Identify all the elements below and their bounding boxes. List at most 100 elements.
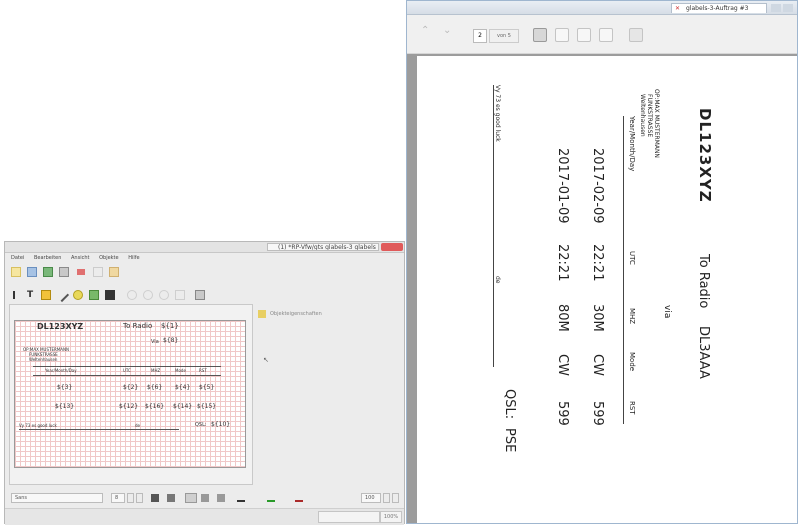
page-number-field[interactable]: 2 [473, 29, 487, 43]
preview-address-line: OP:MAX MUSTERMANN [653, 89, 660, 158]
open-file-icon[interactable] [27, 267, 37, 277]
text-tool-icon[interactable]: T [27, 290, 37, 300]
align-left-icon[interactable] [185, 493, 197, 503]
label-row2-rst[interactable]: ${15} [197, 403, 216, 410]
font-size-decrease-button[interactable] [127, 493, 134, 503]
ellipse-tool-icon[interactable] [73, 290, 83, 300]
status-zoom: 100% [380, 511, 402, 523]
zoom-fit-button[interactable] [577, 28, 591, 42]
preview-row1-mode: CW [590, 354, 605, 376]
merge-properties-icon[interactable] [195, 290, 205, 300]
zoom-fill-button[interactable] [599, 28, 613, 42]
label-to-radio[interactable]: To Radio [123, 322, 152, 330]
menu-help[interactable]: Hilfe [128, 255, 139, 261]
minimize-icon[interactable] [771, 4, 781, 12]
object-properties-label: Objekteigenschaften [270, 311, 322, 317]
preview-header-rst: RST [628, 401, 636, 415]
menu-file[interactable]: Datei [11, 255, 24, 261]
font-family-combo[interactable]: Sans [11, 493, 103, 503]
go-previous-icon[interactable]: ⌄ [443, 25, 451, 36]
flip-object-icon[interactable] [175, 290, 185, 300]
menu-objects[interactable]: Objekte [99, 255, 119, 261]
new-file-icon[interactable] [11, 267, 21, 277]
zoom-combo[interactable]: 100 [361, 493, 381, 503]
preview-header-date: Year/Month/Day [628, 116, 636, 172]
italic-icon[interactable] [167, 494, 175, 502]
window-controls[interactable] [381, 243, 403, 251]
menu-view[interactable]: Ansicht [71, 255, 89, 261]
save-icon[interactable] [43, 267, 53, 277]
label-design-sheet[interactable]: DL123XYZ To Radio ${1} Via ${8} OP:MAX M… [14, 320, 246, 468]
label-qsl-var[interactable]: ${10} [211, 421, 230, 428]
lower-object-icon[interactable] [143, 290, 153, 300]
property-toolbar: Sans 8 100 [5, 490, 404, 506]
font-size-field[interactable]: 8 [111, 493, 125, 503]
maximize-icon[interactable] [783, 4, 793, 12]
label-via-var[interactable]: ${8} [163, 337, 178, 344]
preview-title-tab[interactable]: ✕ glabels-3-Auftrag #3 [671, 3, 767, 13]
image-tool-icon[interactable] [89, 290, 99, 300]
label-header-mode[interactable]: Mode [175, 368, 186, 373]
label-row2-mhz[interactable]: ${16} [145, 403, 164, 410]
preview-row2-rst: 599 [555, 401, 570, 426]
label-footer-mid[interactable]: de [135, 423, 140, 428]
label-header-utc[interactable]: UTC [123, 368, 131, 373]
menu-edit[interactable]: Bearbeiten [34, 255, 61, 261]
font-size-increase-button[interactable] [136, 493, 143, 503]
label-footer-left[interactable]: Vy 73 es good luck [19, 423, 57, 428]
footer-rule [19, 429, 179, 430]
label-row1-rst[interactable]: ${5} [199, 384, 214, 391]
preview-to-radio-value: DL3AAA [696, 326, 711, 379]
preview-toolbar: ⌃ ⌄ 2 von 5 [407, 15, 797, 54]
label-callsign[interactable]: DL123XYZ [37, 322, 83, 331]
fill-color-icon[interactable] [267, 494, 275, 502]
label-header-date[interactable]: Year/Month/Day [45, 368, 77, 373]
cut-icon[interactable] [77, 269, 85, 275]
preview-row1-mhz: 30M [590, 304, 605, 332]
copy-icon[interactable] [93, 267, 103, 277]
preview-header-rule [623, 116, 624, 424]
label-row1-date[interactable]: ${3} [57, 384, 72, 391]
box-tool-icon[interactable] [41, 290, 51, 300]
select-arrow-icon[interactable] [13, 291, 19, 299]
zoom-decrease-button[interactable] [383, 493, 390, 503]
drawing-toolbar: T [5, 287, 255, 303]
view-multiple-pages-button[interactable] [555, 28, 569, 42]
label-row1-mode[interactable]: ${4} [175, 384, 190, 391]
label-row1-utc[interactable]: ${2} [123, 384, 138, 391]
preview-window-title: glabels-3-Auftrag #3 [686, 5, 749, 12]
raise-object-icon[interactable] [127, 290, 137, 300]
print-button[interactable] [629, 28, 643, 42]
label-to-radio-var[interactable]: ${1} [161, 322, 179, 330]
bold-icon[interactable] [151, 494, 159, 502]
align-center-icon[interactable] [201, 494, 209, 502]
preview-footer-left: Vy 73 es good luck [494, 85, 501, 142]
label-via[interactable]: Via [151, 339, 159, 345]
label-row2-mode[interactable]: ${14} [173, 403, 192, 410]
label-header-mhz[interactable]: MHZ [151, 368, 160, 373]
preview-window-controls[interactable] [771, 4, 795, 12]
go-first-icon[interactable]: ⌃ [421, 25, 429, 36]
rotate-object-icon[interactable] [159, 290, 169, 300]
label-row2-date[interactable]: ${13} [55, 403, 74, 410]
preview-titlebar: ✕ glabels-3-Auftrag #3 [407, 1, 797, 15]
line-color-icon[interactable] [295, 494, 303, 502]
label-header-rst[interactable]: RST [199, 368, 207, 373]
preview-header-mode: Mode [628, 352, 636, 372]
properties-icon [258, 310, 266, 318]
zoom-increase-button[interactable] [392, 493, 399, 503]
text-color-icon[interactable] [237, 494, 245, 502]
paste-icon[interactable] [109, 267, 119, 277]
preview-row1-date: 2017-02-09 [590, 148, 605, 224]
label-qsl[interactable]: QSL: [195, 422, 207, 428]
preview-via: via [662, 305, 672, 319]
label-row2-utc[interactable]: ${12} [119, 403, 138, 410]
align-right-icon[interactable] [217, 494, 225, 502]
barcode-tool-icon[interactable] [105, 290, 115, 300]
label-address-line[interactable]: Weltenhausen [29, 357, 57, 362]
label-row1-mhz[interactable]: ${6} [147, 384, 162, 391]
editor-titlebar: (1) *RP-Vfw/gts glabels-3 glabels [5, 242, 404, 253]
view-single-page-button[interactable] [533, 28, 547, 42]
print-icon[interactable] [59, 267, 69, 277]
line-tool-icon[interactable] [54, 287, 70, 303]
